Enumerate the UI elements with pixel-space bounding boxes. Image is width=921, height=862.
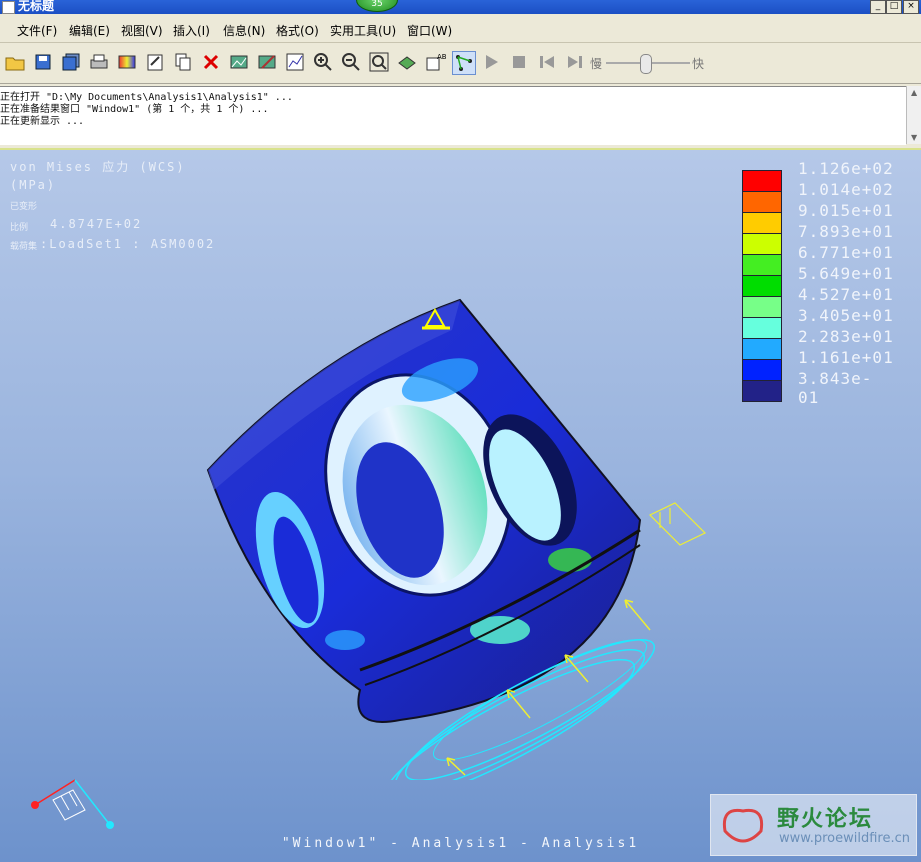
legend-value: 1.014e+02 xyxy=(798,180,894,199)
legend-swatch xyxy=(742,338,782,360)
scroll-up-icon[interactable]: ▲ xyxy=(911,88,917,97)
menu-view[interactable]: 视图(V) xyxy=(121,22,163,39)
play-icon[interactable] xyxy=(480,51,502,73)
menu-file[interactable]: 文件(F) xyxy=(17,22,57,39)
loadset-value: :LoadSet1 : ASM0002 xyxy=(40,237,216,251)
menu-info[interactable]: 信息(N) xyxy=(223,22,265,39)
logo-name: 野火论坛 xyxy=(777,807,874,832)
message-line: 正在打开 "D:\My Documents\Analysis1\Analysis… xyxy=(0,92,293,103)
fea-model xyxy=(206,298,707,780)
legend-swatch xyxy=(742,254,782,276)
app-icon xyxy=(2,1,15,14)
menu-window[interactable]: 窗口(W) xyxy=(407,22,452,39)
menu-format[interactable]: 格式(O) xyxy=(276,22,319,39)
legend-value: 2.283e+01 xyxy=(798,327,894,346)
legend-swatch xyxy=(742,296,782,318)
image-icon[interactable] xyxy=(116,51,138,73)
orient-icon[interactable] xyxy=(396,51,418,73)
menu-utilities[interactable]: 实用工具(U) xyxy=(330,22,396,39)
legend-value: 3.843e-01 xyxy=(798,369,873,407)
toolbar: AB 慢 快 xyxy=(0,43,921,84)
legend-value: 1.126e+02 xyxy=(798,159,894,178)
annotate-icon[interactable]: AB xyxy=(424,51,447,73)
skip-back-icon[interactable] xyxy=(536,51,558,73)
legend-value: 1.161e+01 xyxy=(798,348,894,367)
save-icon[interactable] xyxy=(32,51,54,73)
save-all-icon[interactable] xyxy=(60,51,82,73)
results-icon[interactable] xyxy=(228,51,250,73)
minimize-button[interactable]: _ xyxy=(870,0,886,14)
legend-value: 5.649e+01 xyxy=(798,264,894,283)
message-area: 正在打开 "D:\My Documents\Analysis1\Analysis… xyxy=(0,86,906,145)
legend-value: 9.015e+01 xyxy=(798,201,894,220)
node-select-icon[interactable] xyxy=(452,51,476,75)
slider-label-fast: 快 xyxy=(692,57,705,71)
delete-icon[interactable] xyxy=(200,51,222,73)
zoom-in-icon[interactable] xyxy=(312,51,334,73)
maximize-button[interactable]: □ xyxy=(886,0,902,14)
chart-icon[interactable] xyxy=(284,51,306,73)
open-folder-icon[interactable] xyxy=(4,51,26,73)
speed-slider-thumb[interactable] xyxy=(640,54,652,74)
copy-icon[interactable] xyxy=(172,51,194,73)
legend-swatch xyxy=(742,191,782,213)
legend-value: 4.527e+01 xyxy=(798,285,894,304)
menu-bar: 文件(F) 编辑(E) 视图(V) 插入(I) 信息(N) 格式(O) 实用工具… xyxy=(0,16,921,43)
legend-swatch xyxy=(742,233,782,255)
message-line: 正在准备结果窗口 "Window1" (第 1 个，共 1 个) ... xyxy=(0,104,269,115)
legend-swatch xyxy=(742,275,782,297)
result-units: (MPa) xyxy=(10,178,57,192)
legend-swatch xyxy=(742,212,782,234)
legend-swatch xyxy=(742,380,782,402)
scale-label: 比例 xyxy=(10,223,29,233)
loadset-label: 载荷集 xyxy=(10,242,38,252)
title-bar: 无标题 35 _ □ × xyxy=(0,0,921,14)
deformed-label: 已变形 xyxy=(10,202,38,212)
menu-insert[interactable]: 插入(I) xyxy=(173,22,210,39)
edit-doc-icon[interactable] xyxy=(144,51,166,73)
scale-value: 4.8747E+02 xyxy=(50,217,143,231)
window-title: 无标题 xyxy=(18,0,55,13)
legend-value: 7.893e+01 xyxy=(798,222,894,241)
close-button[interactable]: × xyxy=(903,0,919,14)
coordinate-triad xyxy=(31,779,114,829)
legend-swatch xyxy=(742,359,782,381)
legend-value: 6.771e+01 xyxy=(798,243,894,262)
message-line: 正在更新显示 ... xyxy=(0,116,85,127)
window-caption: "Window1" - Analysis1 - Analysis1 xyxy=(281,836,640,851)
results-edit-icon[interactable] xyxy=(256,51,278,73)
slider-label-slow: 慢 xyxy=(590,57,603,71)
message-scrollbar[interactable]: ▲ ▼ xyxy=(906,86,921,144)
scroll-down-icon[interactable]: ▼ xyxy=(911,133,917,142)
svg-text:AB: AB xyxy=(437,53,446,61)
status-badge: 35 xyxy=(356,0,398,12)
result-title: von Mises 应力 (WCS) xyxy=(10,160,186,174)
legend-swatch xyxy=(742,317,782,339)
legend-value: 3.405e+01 xyxy=(798,306,894,325)
stop-icon[interactable] xyxy=(508,51,530,73)
zoom-fit-icon[interactable] xyxy=(368,51,390,73)
skip-forward-icon[interactable] xyxy=(564,51,586,73)
zoom-out-icon[interactable] xyxy=(340,51,362,73)
graphics-viewport[interactable]: von Mises 应力 (WCS) (MPa) 已变形 比例 4.8747E+… xyxy=(0,148,921,862)
menu-edit[interactable]: 编辑(E) xyxy=(69,22,110,39)
legend-swatch xyxy=(742,170,782,192)
print-icon[interactable] xyxy=(88,51,110,73)
